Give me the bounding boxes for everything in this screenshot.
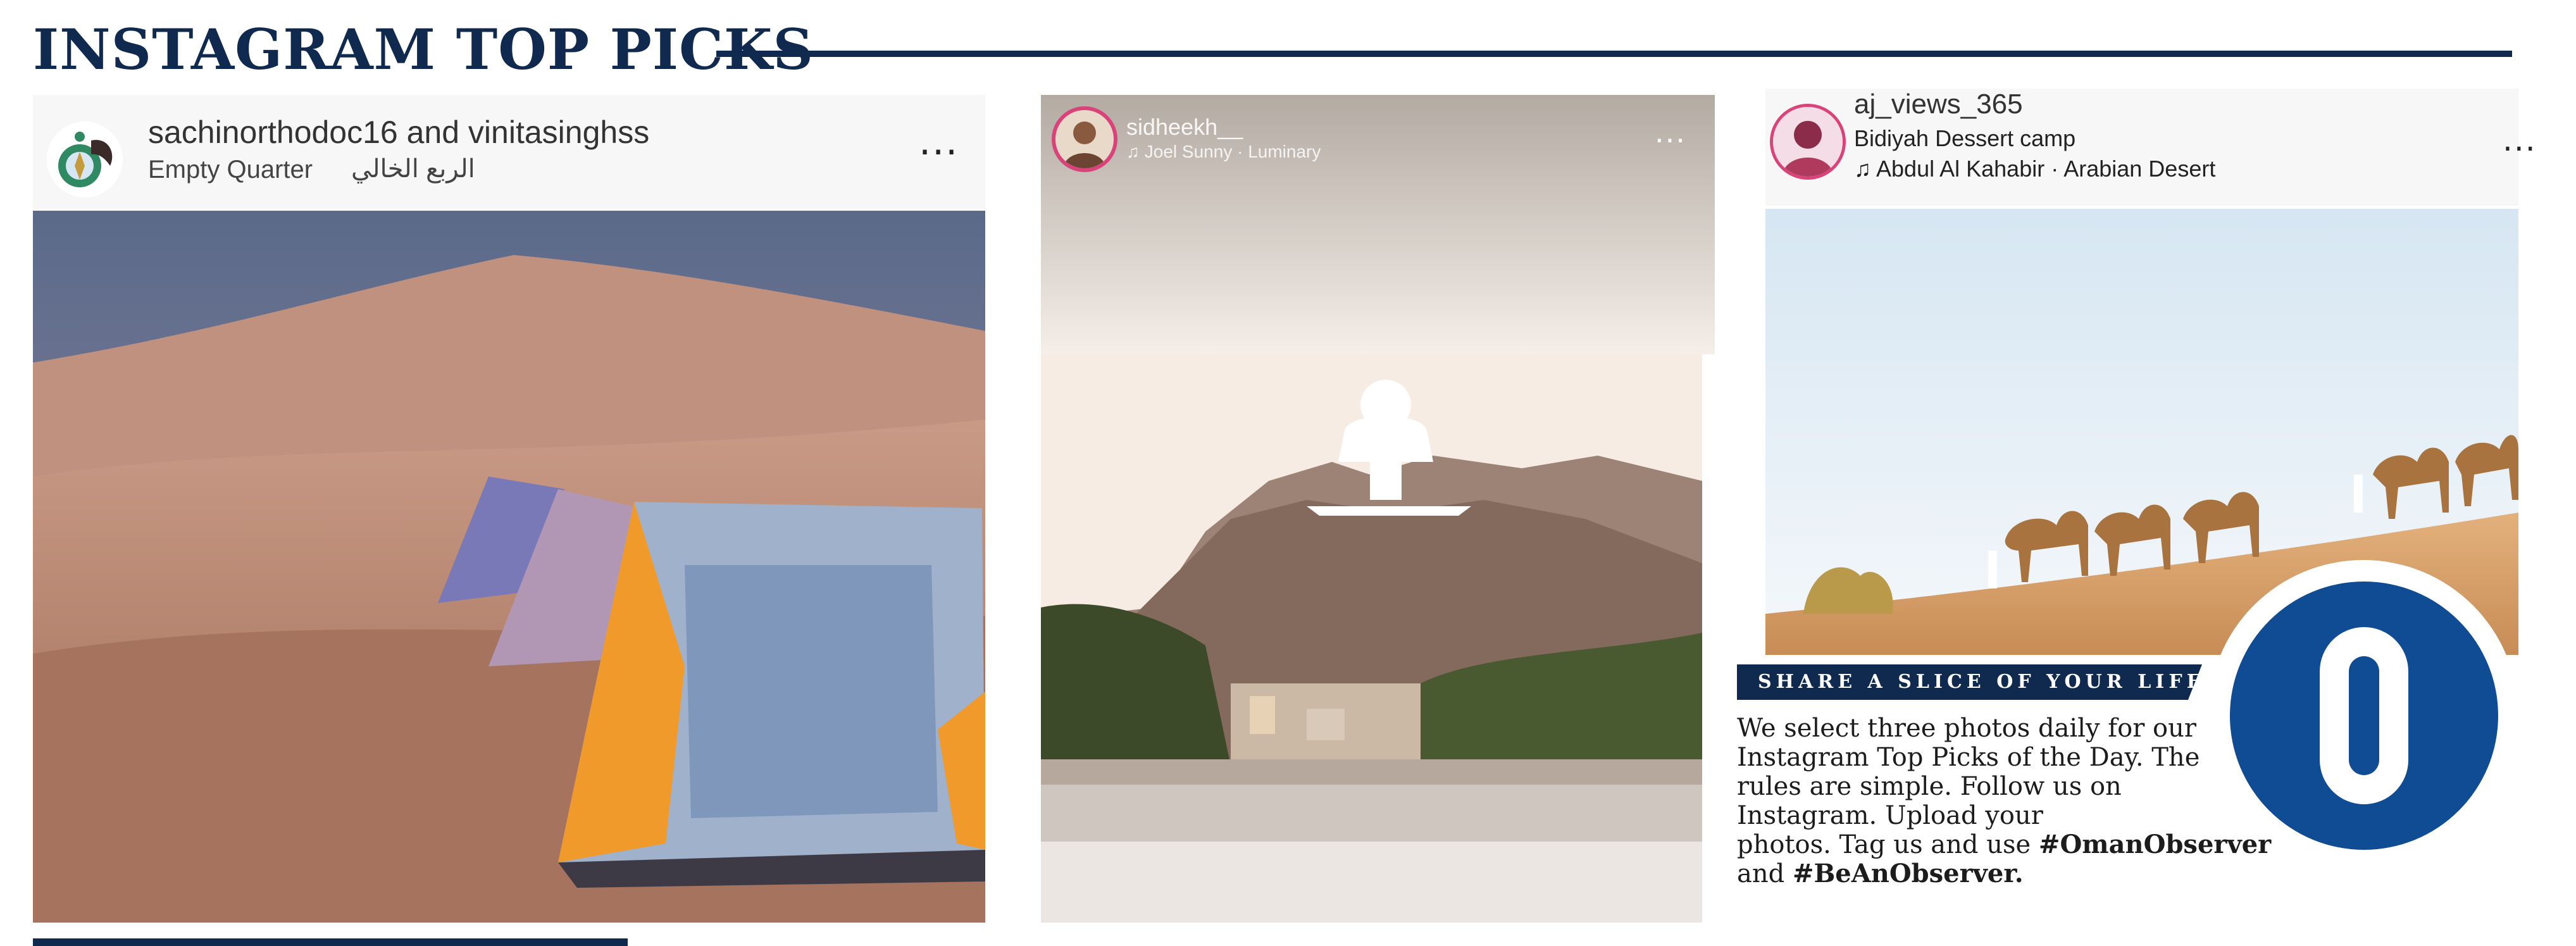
post-2-avatar[interactable] bbox=[1052, 106, 1117, 172]
share-blurb-line: photos. Tag us and use #OmanObserver bbox=[1737, 830, 2281, 860]
music-note-icon: ♫ bbox=[1126, 142, 1145, 161]
oman-observer-logo bbox=[2230, 582, 2498, 850]
hashtag-be-an-observer[interactable]: #BeAnObserver. bbox=[1793, 859, 2024, 888]
page-title: INSTAGRAM TOP PICKS bbox=[33, 16, 814, 82]
emblem-avatar-icon bbox=[47, 121, 123, 197]
music-note-icon: ♫ bbox=[1854, 156, 1877, 182]
share-blurb-line: We select three photos daily for our bbox=[1737, 714, 2196, 743]
post-3-avatar[interactable] bbox=[1770, 104, 1846, 180]
post-2-more-menu[interactable]: ... bbox=[1655, 118, 1686, 147]
bottom-rule bbox=[33, 938, 628, 946]
title-rule bbox=[716, 51, 2512, 57]
post-1-username[interactable]: sachinorthodoc16 and vinitasinghss bbox=[148, 114, 649, 151]
post-1-location-arabic[interactable]: الربع الخالي bbox=[351, 154, 475, 184]
share-blurb: We select three photos daily for our Ins… bbox=[1737, 714, 2281, 888]
post-1-location[interactable]: Empty Quarter bbox=[148, 156, 313, 184]
post-1-header bbox=[33, 95, 985, 209]
muscat-incense-burner-monument-photo bbox=[1041, 354, 1702, 923]
profile-avatar-icon bbox=[1773, 107, 1843, 177]
post-2-music[interactable]: ♫ Joel Sunny · Luminary bbox=[1126, 142, 1321, 162]
post-3-music[interactable]: ♫ Abdul Al Kahabir · Arabian Desert bbox=[1854, 156, 2215, 182]
post-2-username[interactable]: sidheekh__ bbox=[1126, 114, 1243, 140]
observer-o-logo-icon bbox=[2230, 582, 2498, 850]
share-blurb-line: and #BeAnObserver. bbox=[1737, 859, 2281, 889]
share-heading: SHARE A SLICE OF YOUR LIFE bbox=[1758, 671, 2206, 693]
desert-camp-tents-photo bbox=[33, 211, 985, 923]
post-2-photo[interactable] bbox=[1041, 354, 1702, 923]
post-3-more-menu[interactable]: ... bbox=[2503, 124, 2537, 156]
post-1-more-menu[interactable]: ... bbox=[919, 123, 959, 161]
post-2-music-label: Joel Sunny · Luminary bbox=[1144, 142, 1321, 161]
share-blurb-line: Instagram. Upload your bbox=[1737, 801, 2043, 830]
post-3-username[interactable]: aj_views_365 bbox=[1854, 89, 2023, 120]
post-1-avatar[interactable] bbox=[47, 121, 123, 197]
post-3-location[interactable]: Bidiyah Dessert camp bbox=[1854, 125, 2075, 152]
share-blurb-text: and bbox=[1737, 859, 1793, 888]
post-3-music-label: Abdul Al Kahabir · Arabian Desert bbox=[1876, 156, 2216, 182]
profile-avatar-icon bbox=[1055, 110, 1114, 168]
share-blurb-text: photos. Tag us and use bbox=[1737, 830, 2039, 859]
share-blurb-line: rules are simple. Follow us on bbox=[1737, 772, 2122, 801]
post-1-photo[interactable] bbox=[33, 211, 985, 923]
share-blurb-line: Instagram Top Picks of the Day. The bbox=[1737, 743, 2200, 772]
